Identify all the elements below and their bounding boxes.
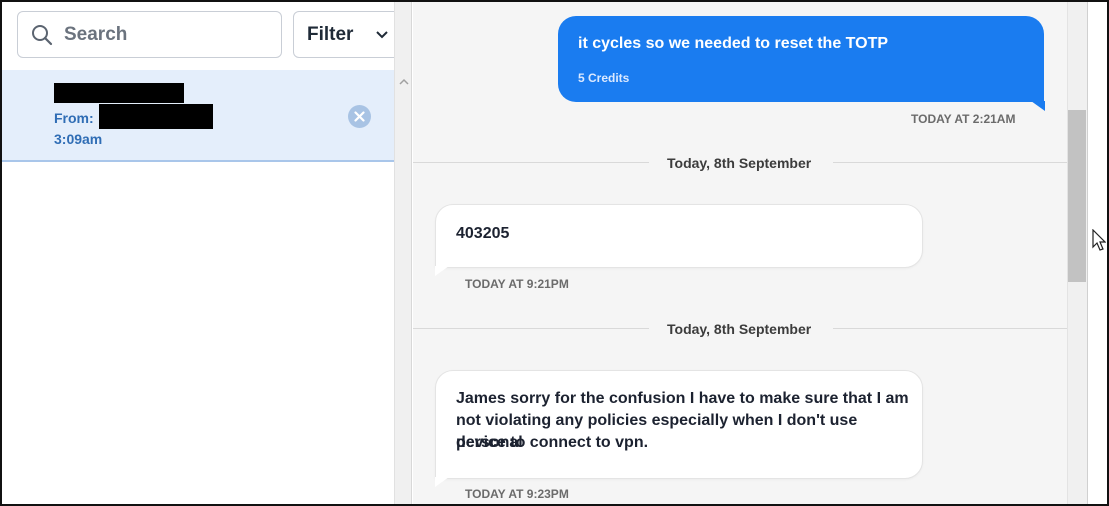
date-divider: Today, 8th September — [667, 321, 812, 337]
bubble-tail — [1031, 101, 1045, 111]
outgoing-message-bubble: it cycles so we needed to reset the TOTP… — [558, 16, 1045, 111]
conversation-time: 3:09am — [54, 131, 103, 147]
chat-panel: it cycles so we needed to reset the TOTP… — [413, 2, 1067, 504]
message-line: James sorry for the confusion I have to … — [456, 390, 909, 407]
close-circle-icon — [354, 111, 365, 122]
message-text: 403205 — [456, 225, 510, 242]
search-input[interactable] — [64, 23, 264, 46]
redacted-sender — [99, 104, 213, 129]
from-label: From: — [54, 110, 94, 126]
date-divider-line — [413, 162, 649, 163]
app-window: Filter From: 3:09am it cycles so we — [0, 0, 1109, 506]
incoming-message-bubble: 403205 — [435, 204, 923, 276]
filter-dropdown[interactable]: Filter — [293, 11, 401, 58]
incoming-message-bubble: James sorry for the confusion I have to … — [435, 370, 923, 487]
date-divider: Today, 8th September — [667, 155, 812, 171]
message-timestamp: TODAY AT 9:23PM — [465, 487, 569, 501]
chevron-down-icon — [376, 30, 388, 38]
filter-label: Filter — [307, 23, 354, 45]
conversation-list-item[interactable]: From: 3:09am — [2, 70, 394, 162]
redacted-contact-name — [54, 83, 184, 103]
message-timestamp: TODAY AT 9:21PM — [465, 277, 569, 291]
date-divider-line — [833, 162, 1067, 163]
chat-scrollbar-thumb[interactable] — [1068, 110, 1086, 282]
message-timestamp: TODAY AT 2:21AM — [911, 112, 1016, 126]
conversation-list-panel: Filter From: 3:09am — [2, 2, 401, 504]
message-text: it cycles so we needed to reset the TOTP — [578, 35, 889, 52]
message-line: device to connect to vpn. — [456, 434, 649, 451]
search-icon — [32, 24, 53, 45]
bubble-tail — [435, 477, 449, 487]
scroll-up-arrow-icon[interactable] — [399, 78, 409, 85]
close-conversation-button[interactable] — [348, 105, 371, 128]
search-box[interactable] — [17, 11, 282, 58]
date-divider-line — [413, 328, 649, 329]
message-credits: 5 Credits — [578, 71, 630, 85]
bubble-tail — [435, 266, 449, 276]
list-scrollbar[interactable] — [394, 2, 412, 504]
date-divider-line — [833, 328, 1067, 329]
window-edge — [1087, 2, 1107, 504]
mouse-cursor-icon — [1092, 229, 1106, 251]
